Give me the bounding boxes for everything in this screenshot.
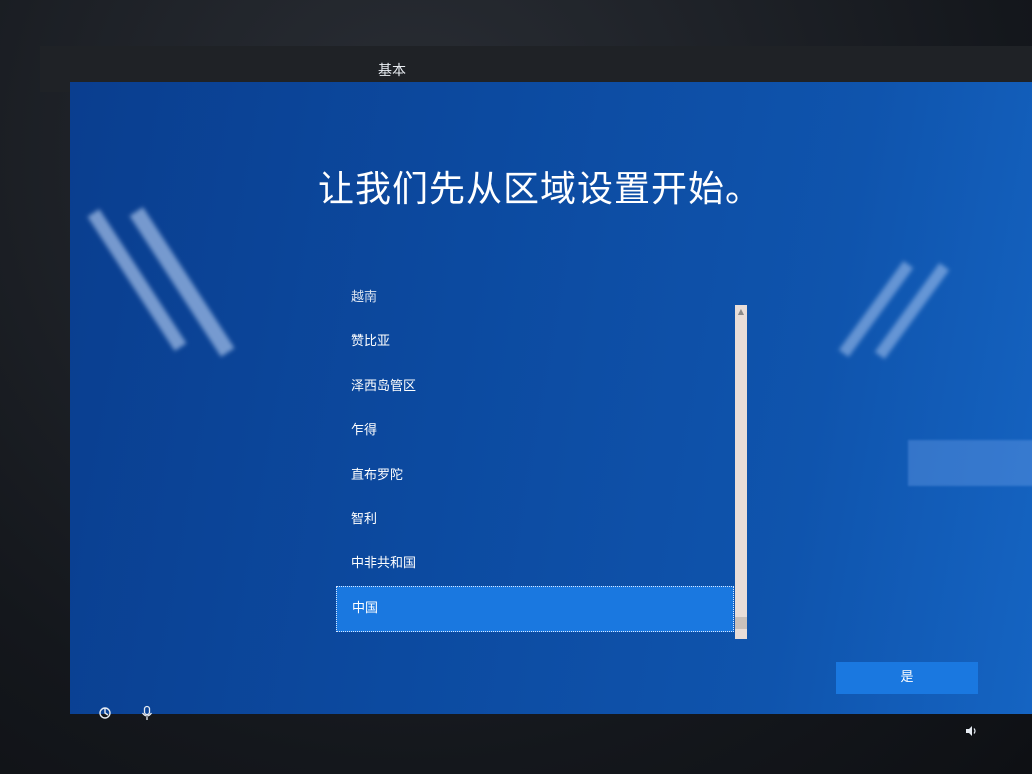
list-item[interactable]: 越南 — [336, 288, 734, 320]
chevron-up-icon[interactable]: ▲ — [735, 305, 747, 319]
list-item[interactable]: 乍得 — [336, 409, 734, 453]
accessibility-icon[interactable] — [96, 705, 114, 723]
list-item[interactable]: 中非共和国 — [336, 542, 734, 586]
yes-button[interactable]: 是 — [836, 662, 978, 694]
region-list[interactable]: 越南 赞比亚 泽西岛管区 乍得 直布罗陀 智利 中非共和国 中国 — [336, 288, 746, 640]
scrollbar-track[interactable] — [735, 305, 747, 639]
list-item-selected[interactable]: 中国 — [336, 586, 734, 632]
microphone-icon[interactable] — [138, 705, 156, 723]
list-scrollbar[interactable]: ▲ — [733, 305, 761, 639]
reflection-glare — [908, 440, 1032, 486]
list-item[interactable]: 直布罗陀 — [336, 454, 734, 498]
tab-basics[interactable]: 基本 — [298, 58, 486, 84]
reflection-glare — [874, 262, 950, 360]
device-frame: 基本 让我们先从区域设置开始。 越南 赞比亚 泽西岛管区 乍得 直布罗陀 智利 … — [0, 0, 1032, 774]
list-item[interactable]: 赞比亚 — [336, 320, 734, 364]
scrollbar-thumb[interactable] — [735, 617, 747, 629]
volume-icon[interactable] — [962, 724, 980, 742]
page-title: 让我们先从区域设置开始。 — [317, 169, 762, 210]
list-item[interactable]: 智利 — [336, 498, 734, 542]
reflection-glare — [838, 260, 914, 358]
list-item[interactable]: 泽西岛管区 — [336, 365, 734, 409]
